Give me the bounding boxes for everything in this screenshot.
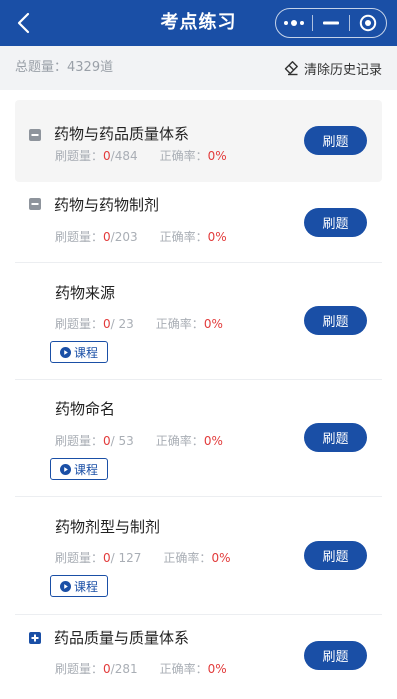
eraser-icon <box>284 61 298 76</box>
practice-button[interactable]: 刷题 <box>304 126 367 155</box>
topic-stats: 刷题量：0/203 正确率：0% <box>55 230 227 244</box>
collapse-toggle[interactable] <box>29 198 41 210</box>
plus-icon <box>31 634 39 642</box>
play-circle-icon <box>59 580 71 592</box>
more-dots-icon <box>284 20 304 26</box>
play-circle-icon <box>59 346 71 358</box>
topic-item: 药物命名 刷题量：0/ 53 正确率：0% 课程 刷题 <box>15 380 382 497</box>
topic-item: 药物来源 刷题量：0/ 23 正确率：0% 课程 刷题 <box>15 263 382 380</box>
more-button[interactable] <box>276 9 312 37</box>
topic-item: 药物与药品质量体系 刷题量：0/484 正确率：0% 刷题 <box>15 100 382 182</box>
topic-name: 药物剂型与制剂 <box>55 518 161 536</box>
topic-item: 药物剂型与制剂 刷题量：0/ 127 正确率：0% 课程 刷题 <box>15 497 382 615</box>
collapse-toggle[interactable] <box>29 129 41 141</box>
summary-bar: 总题量：4329道 清除历史记录 <box>0 46 397 90</box>
topic-stats: 刷题量：0/281 正确率：0% <box>55 662 227 676</box>
expand-toggle[interactable] <box>29 632 41 644</box>
topic-item: 药物与药物制剂 刷题量：0/203 正确率：0% 刷题 <box>15 182 382 263</box>
course-button[interactable]: 课程 <box>50 458 108 480</box>
practice-button[interactable]: 刷题 <box>304 541 367 570</box>
minus-icon <box>31 134 39 136</box>
minimize-button[interactable] <box>313 9 349 37</box>
minus-icon <box>323 21 339 25</box>
clear-history-label: 清除历史记录 <box>303 62 382 78</box>
practice-button[interactable]: 刷题 <box>304 306 367 335</box>
practice-button[interactable]: 刷题 <box>304 641 367 670</box>
course-button[interactable]: 课程 <box>50 575 108 597</box>
topic-name: 药物来源 <box>55 284 116 302</box>
play-circle-icon <box>59 463 71 475</box>
topic-item: 药品质量与质量体系 刷题量：0/281 正确率：0% 刷题 <box>15 615 382 699</box>
mini-program-capsule <box>275 8 387 38</box>
topic-name: 药物与药物制剂 <box>54 196 160 214</box>
minus-icon <box>31 203 39 205</box>
clear-history-button[interactable]: 清除历史记录 <box>283 46 382 90</box>
close-button[interactable] <box>350 9 386 37</box>
topic-stats: 刷题量：0/ 23 正确率：0% <box>55 317 223 331</box>
top-nav-bar: 考点练习 <box>0 0 397 46</box>
topic-stats: 刷题量：0/ 53 正确率：0% <box>55 434 223 448</box>
target-close-icon <box>359 14 377 32</box>
topic-stats: 刷题量：0/ 127 正确率：0% <box>55 551 231 565</box>
practice-button[interactable]: 刷题 <box>304 208 367 237</box>
total-question-count: 总题量：4329道 <box>15 60 114 75</box>
topic-name: 药物与药品质量体系 <box>54 125 190 143</box>
practice-button[interactable]: 刷题 <box>304 423 367 452</box>
course-button[interactable]: 课程 <box>50 341 108 363</box>
topic-name: 药物命名 <box>55 400 116 418</box>
topic-list: 药物与药品质量体系 刷题量：0/484 正确率：0% 刷题 药物与药物制剂 刷题量… <box>0 90 397 699</box>
topic-stats: 刷题量：0/484 正确率：0% <box>55 149 227 163</box>
topic-name: 药品质量与质量体系 <box>54 629 190 647</box>
